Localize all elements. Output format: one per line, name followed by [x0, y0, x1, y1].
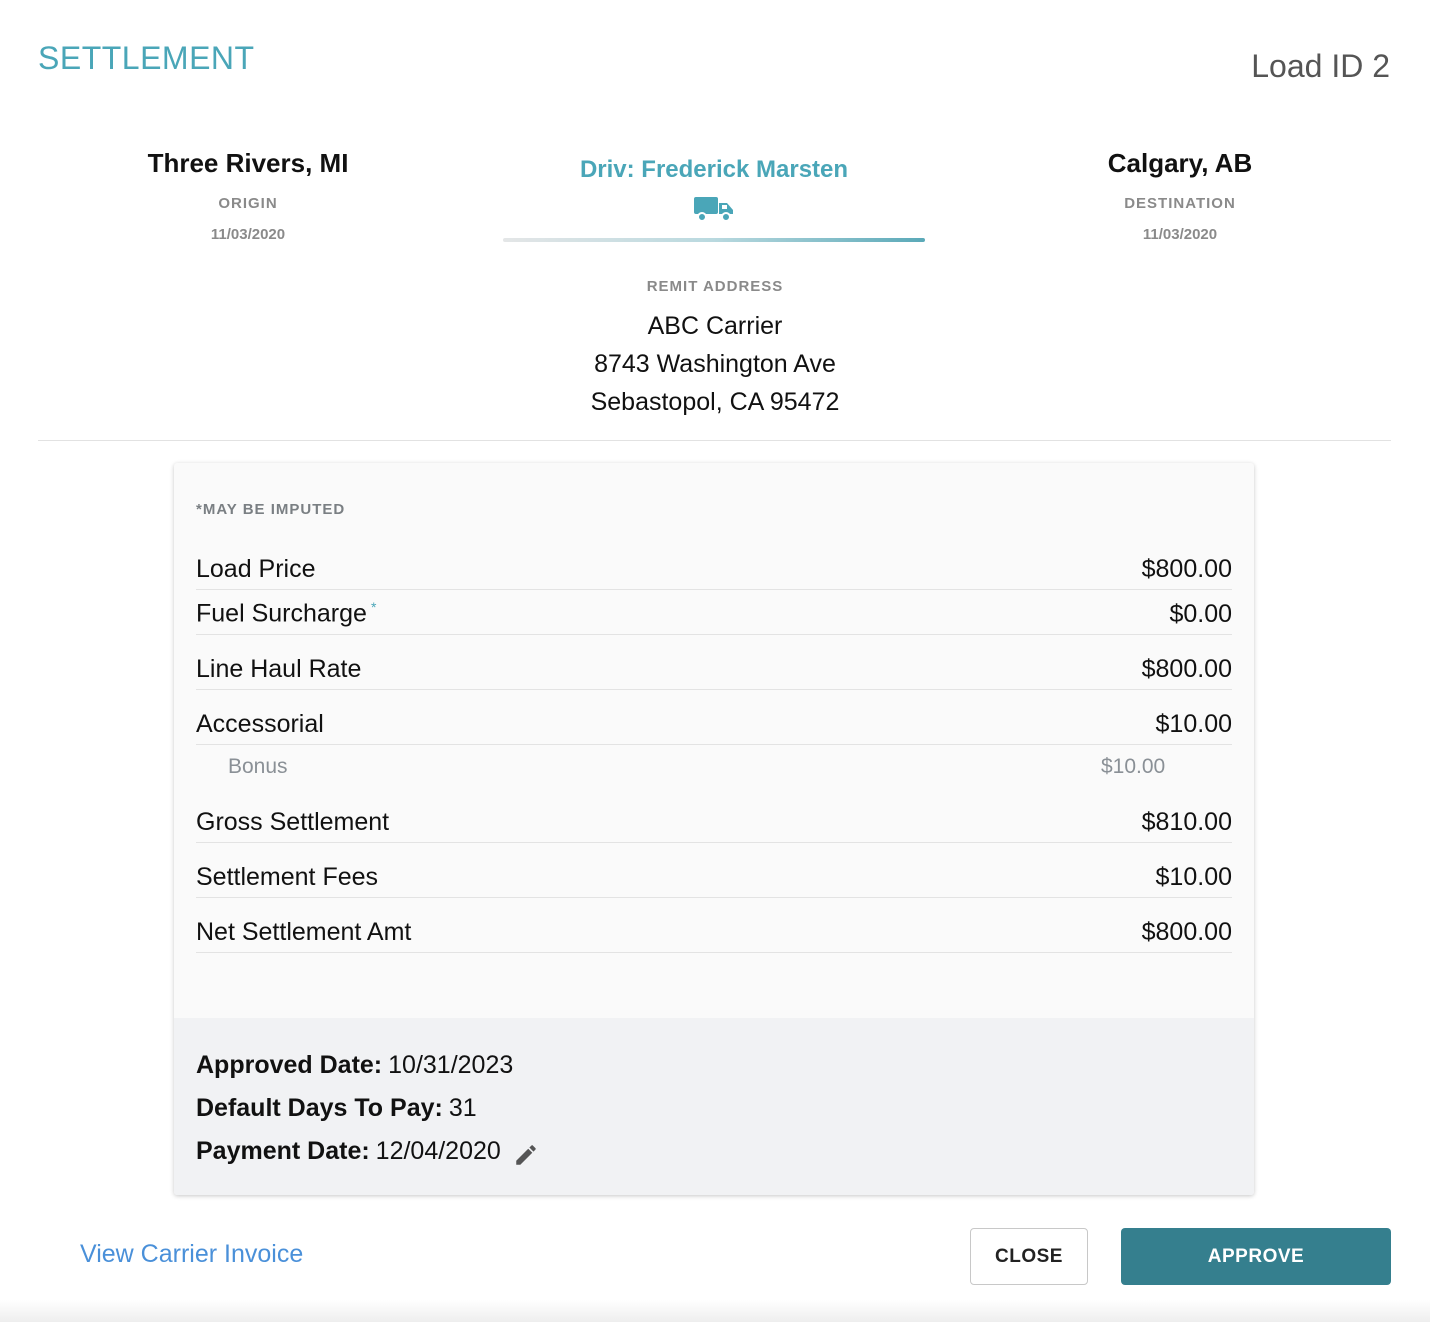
row-gross-settlement: Gross Settlement $810.00 — [196, 788, 1232, 843]
view-carrier-invoice-link[interactable]: View Carrier Invoice — [80, 1240, 303, 1269]
row-accessorial: Accessorial $10.00 — [196, 690, 1232, 745]
route-progress-line — [503, 238, 925, 242]
row-label: Settlement Fees — [196, 862, 379, 891]
destination-date: 11/03/2020 — [1142, 226, 1218, 243]
destination: Calgary, AB DESTINATION 11/03/2020 — [1020, 148, 1340, 243]
payment-date: Payment Date: 12/04/2020 — [196, 1130, 1232, 1173]
default-days-to-pay: Default Days To Pay: 31 — [196, 1087, 1232, 1130]
remit-city: Sebastopol, CA 95472 — [590, 388, 840, 416]
row-fuel-surcharge: Fuel Surcharge * $0.00 — [196, 590, 1232, 635]
row-value: $800.00 — [1141, 654, 1232, 683]
settlement-rows: Load Price $800.00 Fuel Surcharge * $0.00… — [196, 545, 1232, 953]
row-value: $10.00 — [1155, 709, 1232, 738]
driver-section: Driv: Frederick Marsten — [503, 156, 925, 242]
row-value: $800.00 — [1141, 554, 1232, 583]
imputed-marker: * — [370, 599, 377, 616]
row-net-settlement: Net Settlement Amt $800.00 — [196, 898, 1232, 953]
approved-date: Approved Date: 10/31/2023 — [196, 1044, 1232, 1087]
approved-date-value: 10/31/2023 — [388, 1051, 514, 1079]
row-label: Net Settlement Amt — [196, 917, 412, 946]
imputed-note: *MAY BE IMPUTED — [196, 501, 346, 518]
row-value: $10.00 — [1155, 862, 1232, 891]
remit-street: 8743 Washington Ave — [594, 350, 836, 378]
days-label: Default Days To Pay: — [196, 1094, 443, 1122]
row-label: Gross Settlement — [196, 807, 390, 836]
destination-label: DESTINATION — [1124, 195, 1236, 212]
payment-date-label: Payment Date: — [196, 1137, 370, 1165]
row-settlement-fees: Settlement Fees $10.00 — [196, 843, 1232, 898]
row-value: $810.00 — [1141, 807, 1232, 836]
route-summary: Three Rivers, MI ORIGIN 11/03/2020 Driv:… — [0, 148, 1430, 258]
row-load-price: Load Price $800.00 — [196, 545, 1232, 590]
row-label: Load Price — [196, 554, 316, 583]
close-button[interactable]: CLOSE — [970, 1228, 1088, 1285]
row-value: $10.00 — [1101, 754, 1166, 778]
row-value: $800.00 — [1141, 917, 1232, 946]
destination-city: Calgary, AB — [1107, 148, 1253, 178]
remit-address: REMIT ADDRESS ABC Carrier 8743 Washingto… — [0, 278, 1430, 421]
origin-date: 11/03/2020 — [210, 226, 286, 243]
row-label: Line Haul Rate — [196, 654, 362, 683]
pencil-icon[interactable] — [513, 1139, 539, 1165]
divider — [38, 440, 1391, 441]
origin-city: Three Rivers, MI — [147, 148, 349, 178]
load-id: Load ID 2 — [1251, 48, 1390, 84]
remit-label: REMIT ADDRESS — [646, 278, 784, 295]
remit-name: ABC Carrier — [647, 312, 783, 340]
origin-label: ORIGIN — [218, 195, 278, 212]
date-info: Approved Date: 10/31/2023 Default Days T… — [174, 1018, 1254, 1195]
driver-name: Driv: Frederick Marsten — [579, 156, 849, 183]
approved-date-label: Approved Date: — [196, 1051, 383, 1079]
row-value: $0.00 — [1169, 599, 1232, 628]
row-line-haul: Line Haul Rate $800.00 — [196, 635, 1232, 690]
row-label: Bonus — [228, 754, 288, 778]
origin: Three Rivers, MI ORIGIN 11/03/2020 — [88, 148, 408, 243]
settlement-title: SETTLEMENT — [38, 40, 255, 76]
bottom-shadow — [0, 1300, 1430, 1322]
row-bonus: Bonus $10.00 — [196, 745, 1232, 788]
fuel-label: Fuel Surcharge — [196, 599, 367, 628]
row-label: Fuel Surcharge * — [196, 599, 376, 628]
approve-button[interactable]: APPROVE — [1121, 1228, 1391, 1285]
truck-icon — [693, 194, 735, 224]
row-label: Accessorial — [196, 709, 324, 738]
settlement-card: *MAY BE IMPUTED Load Price $800.00 Fuel … — [174, 463, 1254, 1195]
payment-date-value: 12/04/2020 — [375, 1137, 501, 1165]
days-value: 31 — [448, 1094, 477, 1122]
